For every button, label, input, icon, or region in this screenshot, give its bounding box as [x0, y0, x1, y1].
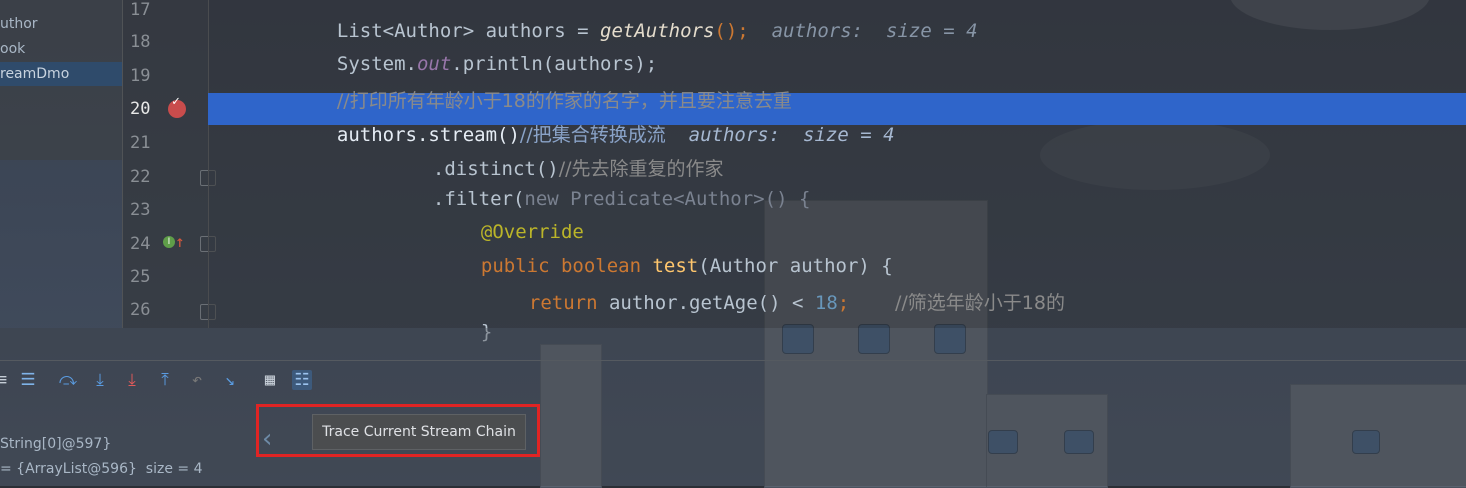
- variable-value: String[0]@597}: [0, 436, 112, 452]
- menu-icon[interactable]: ≡: [0, 370, 12, 390]
- line-number: 25: [130, 267, 151, 287]
- tree-item-selected[interactable]: reamDmo: [0, 62, 122, 86]
- line-number: 24: [130, 234, 151, 254]
- breakpoint-icon[interactable]: [168, 94, 186, 118]
- line-number: 22: [130, 167, 151, 187]
- line-number-current: 20: [130, 99, 151, 119]
- tree-item[interactable]: ook: [0, 37, 122, 61]
- code-comment: //筛选年龄小于18的: [894, 292, 1065, 314]
- variable-value: = {ArrayList@596} size = 4: [0, 461, 203, 477]
- annotation-highlight-box: [256, 404, 540, 457]
- frames-list-icon[interactable]: ☰: [18, 370, 38, 390]
- tree-item-label: reamDmo: [0, 66, 70, 82]
- project-tree-panel: uthor ook reamDmo: [0, 0, 122, 160]
- tree-item-label: ook: [0, 41, 26, 57]
- line-number: 17: [130, 0, 151, 20]
- step-into-icon[interactable]: ⤓: [90, 370, 110, 390]
- line-number: 26: [130, 300, 151, 320]
- line-number: 23: [130, 200, 151, 220]
- evaluate-icon[interactable]: ▦: [260, 370, 280, 390]
- drop-frame-icon[interactable]: ↶: [187, 370, 207, 390]
- line-number: 18: [130, 32, 151, 52]
- run-to-cursor-icon[interactable]: ↘: [220, 370, 240, 390]
- debugger-panel: [0, 328, 1466, 486]
- step-out-icon[interactable]: ⤒: [155, 370, 175, 390]
- implements-method-icon[interactable]: I: [163, 236, 175, 248]
- step-over-icon[interactable]: ⤼: [58, 370, 78, 390]
- line-number: 19: [130, 66, 151, 86]
- inline-debug-value: authors: size = 4: [771, 20, 978, 42]
- trace-stream-icon[interactable]: ☷: [292, 370, 312, 390]
- tree-item[interactable]: uthor: [0, 12, 122, 36]
- code-line-25[interactable]: return author.getAge() < 18; //筛选年龄小于18的: [506, 266, 1065, 315]
- panel-divider: [0, 360, 1466, 361]
- line-number: 21: [130, 133, 151, 153]
- code-text: ;: [837, 292, 850, 314]
- variable-row[interactable]: = {ArrayList@596} size = 4: [0, 461, 202, 477]
- tree-item-label: uthor: [0, 16, 38, 32]
- variable-row[interactable]: String[0]@597}: [0, 436, 111, 452]
- keyword: return: [528, 292, 609, 314]
- force-step-into-icon[interactable]: ⤓: [122, 370, 142, 390]
- code-text: ();: [714, 20, 749, 42]
- number-literal: 18: [814, 292, 838, 314]
- code-text: author.getAge() <: [608, 292, 815, 314]
- override-arrow-icon[interactable]: ↑: [175, 232, 185, 251]
